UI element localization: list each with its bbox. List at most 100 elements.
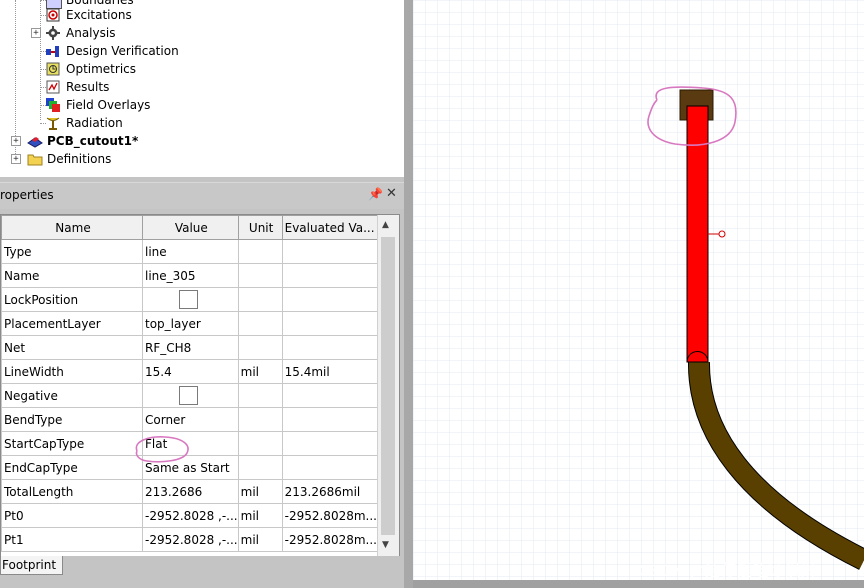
vertical-scrollbar[interactable]: ▲ ▼ — [377, 215, 399, 557]
property-row-linewidth[interactable]: LineWidth 15.4 mil 15.4mil — [1, 359, 392, 384]
property-unit-cell[interactable]: mil — [237, 359, 283, 384]
property-checkbox[interactable] — [179, 290, 198, 309]
pin-icon[interactable]: 📌 — [368, 187, 383, 201]
field-overlays-icon — [46, 98, 60, 112]
tree-item-field-overlays[interactable]: Field Overlays — [0, 96, 400, 114]
property-row-pt0[interactable]: Pt0 -2952.8028 ,-... mil -2952.8028m... — [1, 503, 392, 528]
property-value-cell[interactable]: -2952.8028 ,-... — [142, 503, 239, 528]
property-row-negative[interactable]: Negative — [1, 383, 392, 408]
tree-item-design-verification[interactable]: Design Verification — [0, 42, 400, 60]
property-unit-cell[interactable] — [237, 455, 283, 480]
project-tree: Boundaries Excitations + Analysis Design… — [0, 0, 404, 177]
tree-item-label: Optimetrics — [66, 62, 136, 76]
properties-title: roperties — [0, 188, 54, 202]
tree-item-radiation[interactable]: Radiation — [0, 114, 400, 132]
property-evaluated-cell: 15.4mil — [281, 359, 378, 384]
property-evaluated-cell — [281, 311, 378, 336]
analysis-gear-icon — [46, 26, 60, 40]
column-header-unit[interactable]: Unit — [237, 215, 283, 240]
property-row-lockposition[interactable]: LockPosition — [1, 287, 392, 312]
property-evaluated-cell — [281, 287, 378, 312]
property-evaluated-cell: -2952.8028m... — [281, 503, 378, 528]
property-unit-cell[interactable]: mil — [237, 503, 283, 528]
property-row-name[interactable]: Name line_305 — [1, 263, 392, 288]
layout-drawing[interactable] — [413, 0, 864, 580]
property-row-placementlayer[interactable]: PlacementLayer top_layer — [1, 311, 392, 336]
property-unit-cell[interactable] — [237, 239, 283, 264]
results-icon — [46, 80, 60, 94]
property-value-cell[interactable] — [142, 287, 239, 312]
expand-plus-icon[interactable]: + — [31, 28, 41, 38]
scrollbar-thumb[interactable] — [381, 237, 395, 535]
layout-canvas[interactable] — [413, 0, 864, 580]
property-unit-cell[interactable]: mil — [237, 479, 283, 504]
property-unit-cell[interactable] — [237, 263, 283, 288]
property-name-cell: Name — [1, 263, 143, 288]
property-value-cell[interactable]: Corner — [142, 407, 239, 432]
property-unit-cell[interactable] — [237, 335, 283, 360]
tree-item-analysis[interactable]: + Analysis — [0, 24, 400, 42]
property-name-cell: BendType — [1, 407, 143, 432]
property-unit-cell[interactable] — [237, 407, 283, 432]
property-name-cell: TotalLength — [1, 479, 143, 504]
property-value-cell[interactable]: line_305 — [142, 263, 239, 288]
property-name-cell: PlacementLayer — [1, 311, 143, 336]
property-row-pt1[interactable]: Pt1 -2952.8028 ,-... mil -2952.8028m... — [1, 527, 392, 552]
property-evaluated-cell — [281, 407, 378, 432]
properties-table: Name Value Unit Evaluated Va... Type line… — [1, 215, 392, 552]
tab-footprint[interactable]: Footprint — [0, 556, 63, 575]
property-unit-cell[interactable] — [237, 431, 283, 456]
scroll-down-arrow-icon[interactable]: ▼ — [382, 540, 389, 550]
property-value-cell[interactable]: 213.2686 — [142, 479, 239, 504]
scroll-up-arrow-icon[interactable]: ▲ — [382, 220, 389, 230]
property-value-cell[interactable]: line — [142, 239, 239, 264]
excitations-icon — [46, 8, 60, 22]
tree-item-results[interactable]: Results — [0, 78, 400, 96]
tree-item-definitions[interactable]: + Definitions — [0, 150, 400, 168]
property-row-totallength[interactable]: TotalLength 213.2686 mil 213.2686mil — [1, 479, 392, 504]
property-unit-cell[interactable] — [237, 287, 283, 312]
property-unit-cell[interactable] — [237, 311, 283, 336]
property-unit-cell[interactable]: mil — [237, 527, 283, 552]
property-value-cell[interactable] — [142, 383, 239, 408]
expand-plus-icon[interactable]: + — [11, 154, 21, 164]
optimetrics-icon — [46, 62, 60, 76]
watermark-text: CSDN @洁仔爱吃冰淇淋 — [638, 561, 817, 580]
property-evaluated-cell — [281, 263, 378, 288]
tree-item-label: PCB_cutout1* — [47, 134, 139, 148]
tree-item-label: Results — [66, 80, 110, 94]
property-value-cell[interactable]: -2952.8028 ,-... — [142, 527, 239, 552]
pane-splitter[interactable] — [404, 0, 413, 588]
close-icon[interactable]: ✕ — [386, 186, 397, 201]
tree-item-label: Excitations — [66, 8, 132, 22]
expand-plus-icon[interactable]: + — [11, 136, 21, 146]
tree-item-label: Design Verification — [66, 44, 179, 58]
tree-item-label: Analysis — [66, 26, 116, 40]
property-value-cell[interactable]: top_layer — [142, 311, 239, 336]
column-header-value[interactable]: Value — [142, 215, 239, 240]
property-row-type[interactable]: Type line — [1, 239, 392, 264]
property-evaluated-cell — [281, 383, 378, 408]
property-value-cell[interactable]: RF_CH8 — [142, 335, 239, 360]
annotation-circle-flat — [135, 436, 189, 463]
property-row-endcaptype[interactable]: EndCapType Same as Start — [1, 455, 392, 480]
property-unit-cell[interactable] — [237, 383, 283, 408]
property-value-cell[interactable]: 15.4 — [142, 359, 239, 384]
property-row-startcaptype[interactable]: StartCapType Flat — [1, 431, 392, 456]
tree-item-label: Field Overlays — [66, 98, 151, 112]
tree-item-optimetrics[interactable]: Optimetrics — [0, 60, 400, 78]
bottom-tab-strip: Footprint — [0, 556, 404, 576]
tree-item-pcb-cutout1[interactable]: + PCB_cutout1* — [0, 132, 400, 150]
properties-header-row: Name Value Unit Evaluated Va... — [1, 215, 392, 240]
property-evaluated-cell: -2952.8028m... — [281, 527, 378, 552]
midpoint-handle[interactable] — [718, 230, 726, 238]
property-checkbox[interactable] — [179, 386, 198, 405]
property-row-net[interactable]: Net RF_CH8 — [1, 335, 392, 360]
property-row-bendtype[interactable]: BendType Corner — [1, 407, 392, 432]
column-header-evaluated-value[interactable]: Evaluated Va... — [281, 215, 378, 240]
properties-title-bar: roperties 📌 ✕ — [0, 182, 404, 209]
canvas-grid — [413, 0, 864, 580]
tree-item-excitations[interactable]: Excitations — [0, 6, 400, 24]
column-header-name[interactable]: Name — [1, 215, 143, 240]
property-name-cell: StartCapType — [1, 431, 143, 456]
